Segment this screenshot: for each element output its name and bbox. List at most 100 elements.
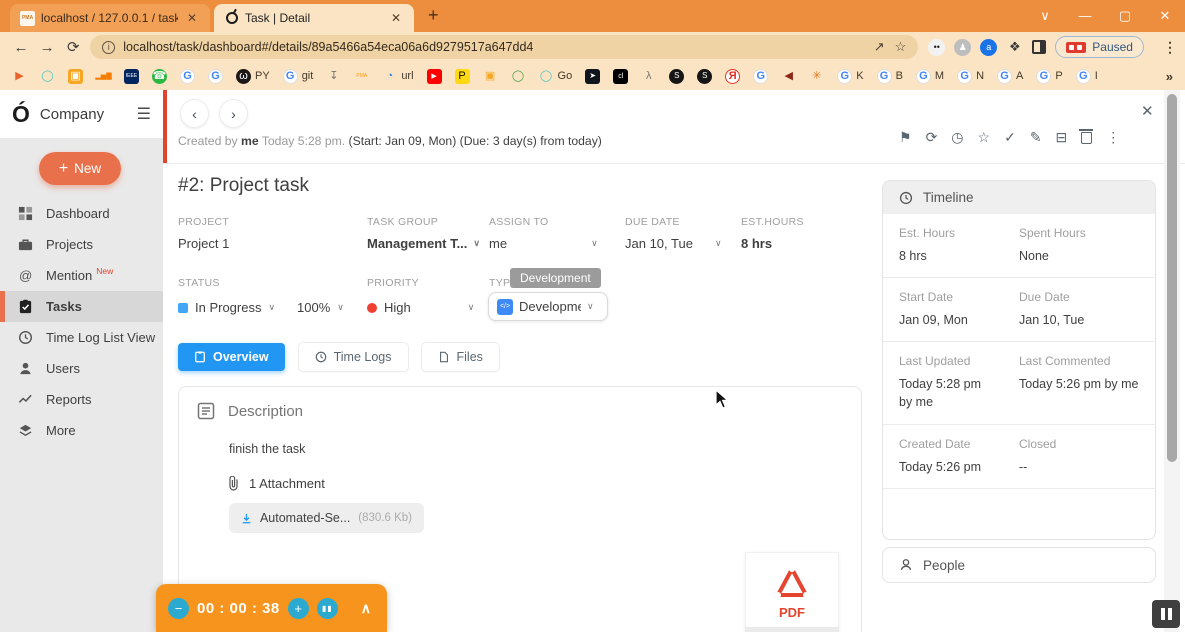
bookmark-google-icon[interactable]: G: [180, 69, 195, 84]
window-close-button[interactable]: ✕: [1145, 0, 1185, 32]
people-card[interactable]: People: [882, 547, 1156, 583]
recording-pause-button[interactable]: [1152, 600, 1180, 628]
new-button[interactable]: + New: [39, 152, 121, 185]
bookmark-google-k-icon[interactable]: GK: [837, 69, 863, 84]
sync-icon[interactable]: ⟳: [926, 130, 938, 144]
priority-select[interactable]: High ∨: [367, 300, 474, 315]
site-info-icon[interactable]: i: [102, 41, 115, 54]
bookmark-camera-app-icon[interactable]: ▣: [68, 69, 83, 84]
sidebar-item-time-log-list-view[interactable]: Time Log List View: [0, 322, 163, 353]
bookmark-star-icon[interactable]: ☆: [895, 39, 907, 55]
window-maximize-button[interactable]: ▢: [1105, 0, 1145, 32]
prev-task-button[interactable]: ‹: [180, 99, 209, 128]
sidebar-item-users[interactable]: Users: [0, 353, 163, 384]
archive-icon[interactable]: ⊟: [1056, 130, 1068, 144]
attachment-file[interactable]: Automated-Se... (830.6 Kb): [229, 503, 424, 533]
sidebar-item-more[interactable]: More: [0, 415, 163, 446]
sidebar-item-tasks[interactable]: Tasks: [0, 291, 163, 322]
bookmark-p-app-icon[interactable]: P: [455, 69, 470, 84]
sidebar-toggle-icon[interactable]: ☰: [137, 104, 151, 124]
browser-tab-task-detail[interactable]: Task | Detail ✕: [214, 4, 414, 32]
tab-close-icon[interactable]: ✕: [184, 11, 200, 25]
scrollbar[interactable]: [1164, 90, 1180, 632]
bookmark-yandex-icon[interactable]: Я: [725, 69, 740, 84]
bookmark-cl-icon[interactable]: cl: [613, 69, 628, 84]
pdf-preview[interactable]: PDF Automated-...: [745, 552, 839, 632]
bookmark-ring-icon[interactable]: ◯: [511, 69, 526, 84]
sidebar-item-reports[interactable]: Reports: [0, 384, 163, 415]
side-panel-icon[interactable]: [1032, 40, 1046, 54]
window-chevron-icon[interactable]: ∨: [1025, 0, 1065, 32]
bookmark-analytics-icon[interactable]: ▂▅▇: [96, 69, 111, 84]
bookmark-google-p-icon[interactable]: GP: [1036, 69, 1062, 84]
bookmark-cursor-app-icon[interactable]: ➤: [585, 69, 600, 84]
tab-overview[interactable]: Overview: [178, 343, 285, 371]
bookmark-google-i-icon[interactable]: GI: [1076, 69, 1098, 84]
sidebar-item-mention[interactable]: @ Mention New: [0, 260, 163, 291]
bookmark-google-m-icon[interactable]: GM: [916, 69, 944, 84]
star-icon[interactable]: ☆: [978, 130, 991, 144]
clock-icon[interactable]: ◷: [951, 130, 963, 144]
assign-to-select[interactable]: me∨: [489, 236, 598, 251]
sidebar-item-projects[interactable]: Projects: [0, 229, 163, 260]
timer-expand-icon[interactable]: ∧: [361, 600, 375, 617]
more-options-icon[interactable]: ⋮: [1106, 130, 1120, 144]
tab-files[interactable]: Files: [422, 343, 499, 371]
share-icon[interactable]: ↗: [874, 39, 885, 55]
delete-icon[interactable]: [1081, 132, 1092, 144]
check-icon[interactable]: ✓: [1004, 130, 1016, 144]
back-button[interactable]: ←: [8, 39, 34, 56]
edit-pencil-icon[interactable]: ✎: [1030, 130, 1042, 144]
bookmark-globe-icon[interactable]: S: [669, 69, 684, 84]
bookmark-speedtest-icon[interactable]: ◔url: [382, 69, 413, 84]
status-select[interactable]: In Progress ∨: [178, 300, 275, 315]
bookmark-flower-icon[interactable]: ✳: [809, 69, 824, 84]
bookmark-google-b-icon[interactable]: GB: [877, 69, 903, 84]
next-task-button[interactable]: ›: [219, 99, 248, 128]
bookmark-film-icon[interactable]: ▣: [483, 69, 498, 84]
panda-extension-icon[interactable]: ••: [928, 39, 945, 56]
bookmark-google-icon-3[interactable]: G: [753, 69, 768, 84]
bookmark-godaddy-icon[interactable]: ◯: [40, 69, 55, 84]
bookmark-google-a-icon[interactable]: GA: [997, 69, 1023, 84]
bookmark-google-icon-2[interactable]: G: [208, 69, 223, 84]
bookmark-phpmyadmin-icon[interactable]: PMA: [354, 69, 369, 84]
profile-extension-icon[interactable]: ♟: [954, 39, 971, 56]
bookmark-figure-icon[interactable]: λ: [641, 69, 656, 84]
task-group-select[interactable]: Management T...∨: [367, 236, 480, 251]
scrollbar-thumb[interactable]: [1167, 94, 1177, 462]
forward-button[interactable]: →: [34, 39, 60, 56]
recorder-paused-button[interactable]: Paused: [1055, 36, 1144, 58]
bookmark-download-tool-icon[interactable]: ↧: [326, 69, 341, 84]
bookmark-google-n-icon[interactable]: GN: [957, 69, 984, 84]
window-minimize-button[interactable]: —: [1065, 0, 1105, 32]
reload-button[interactable]: ⟳: [60, 38, 86, 56]
due-date-select[interactable]: Jan 10, Tue∨: [625, 236, 722, 251]
type-select[interactable]: </> Developme... ∨: [488, 292, 608, 321]
bookmark-whatsapp-icon[interactable]: ☎: [152, 69, 167, 84]
browser-menu-icon[interactable]: ⋮: [1163, 39, 1177, 56]
new-tab-button[interactable]: +: [428, 5, 439, 26]
sidebar-item-dashboard[interactable]: Dashboard: [0, 198, 163, 229]
a-extension-icon[interactable]: a: [980, 39, 997, 56]
bookmark-github-icon[interactable]: ωPY: [236, 69, 270, 84]
browser-tab-phpmyadmin[interactable]: PMA localhost / 127.0.0.1 / task | phpM …: [10, 4, 210, 32]
address-bar[interactable]: i localhost/task/dashboard#/details/89a5…: [90, 35, 918, 59]
timer-pause-button[interactable]: ▮▮: [317, 598, 338, 619]
flag-icon[interactable]: ⚑: [899, 130, 912, 144]
tab-time-logs[interactable]: Time Logs: [299, 343, 408, 371]
close-detail-icon[interactable]: ✕: [1141, 102, 1154, 120]
bookmark-google-git-icon[interactable]: Ggit: [283, 69, 314, 84]
timer-increase-button[interactable]: +: [288, 598, 309, 619]
bookmark-matlab-icon[interactable]: ◀: [781, 69, 796, 84]
extensions-puzzle-icon[interactable]: ❖: [1006, 39, 1023, 56]
timer-decrease-button[interactable]: −: [168, 598, 189, 619]
bookmarks-overflow-icon[interactable]: »: [1166, 69, 1173, 84]
bookmark-globe-icon-2[interactable]: S: [697, 69, 712, 84]
bookmark-ieee-icon[interactable]: IEEE: [124, 69, 139, 84]
tab-close-icon[interactable]: ✕: [388, 11, 404, 25]
progress-percent-select[interactable]: 100% ∨: [297, 300, 344, 315]
bookmark-shortcut-arrow-icon[interactable]: ▶: [12, 69, 27, 84]
bookmark-go-icon[interactable]: ◯Go: [539, 69, 573, 84]
bookmark-youtube-icon[interactable]: ▶: [427, 69, 442, 84]
